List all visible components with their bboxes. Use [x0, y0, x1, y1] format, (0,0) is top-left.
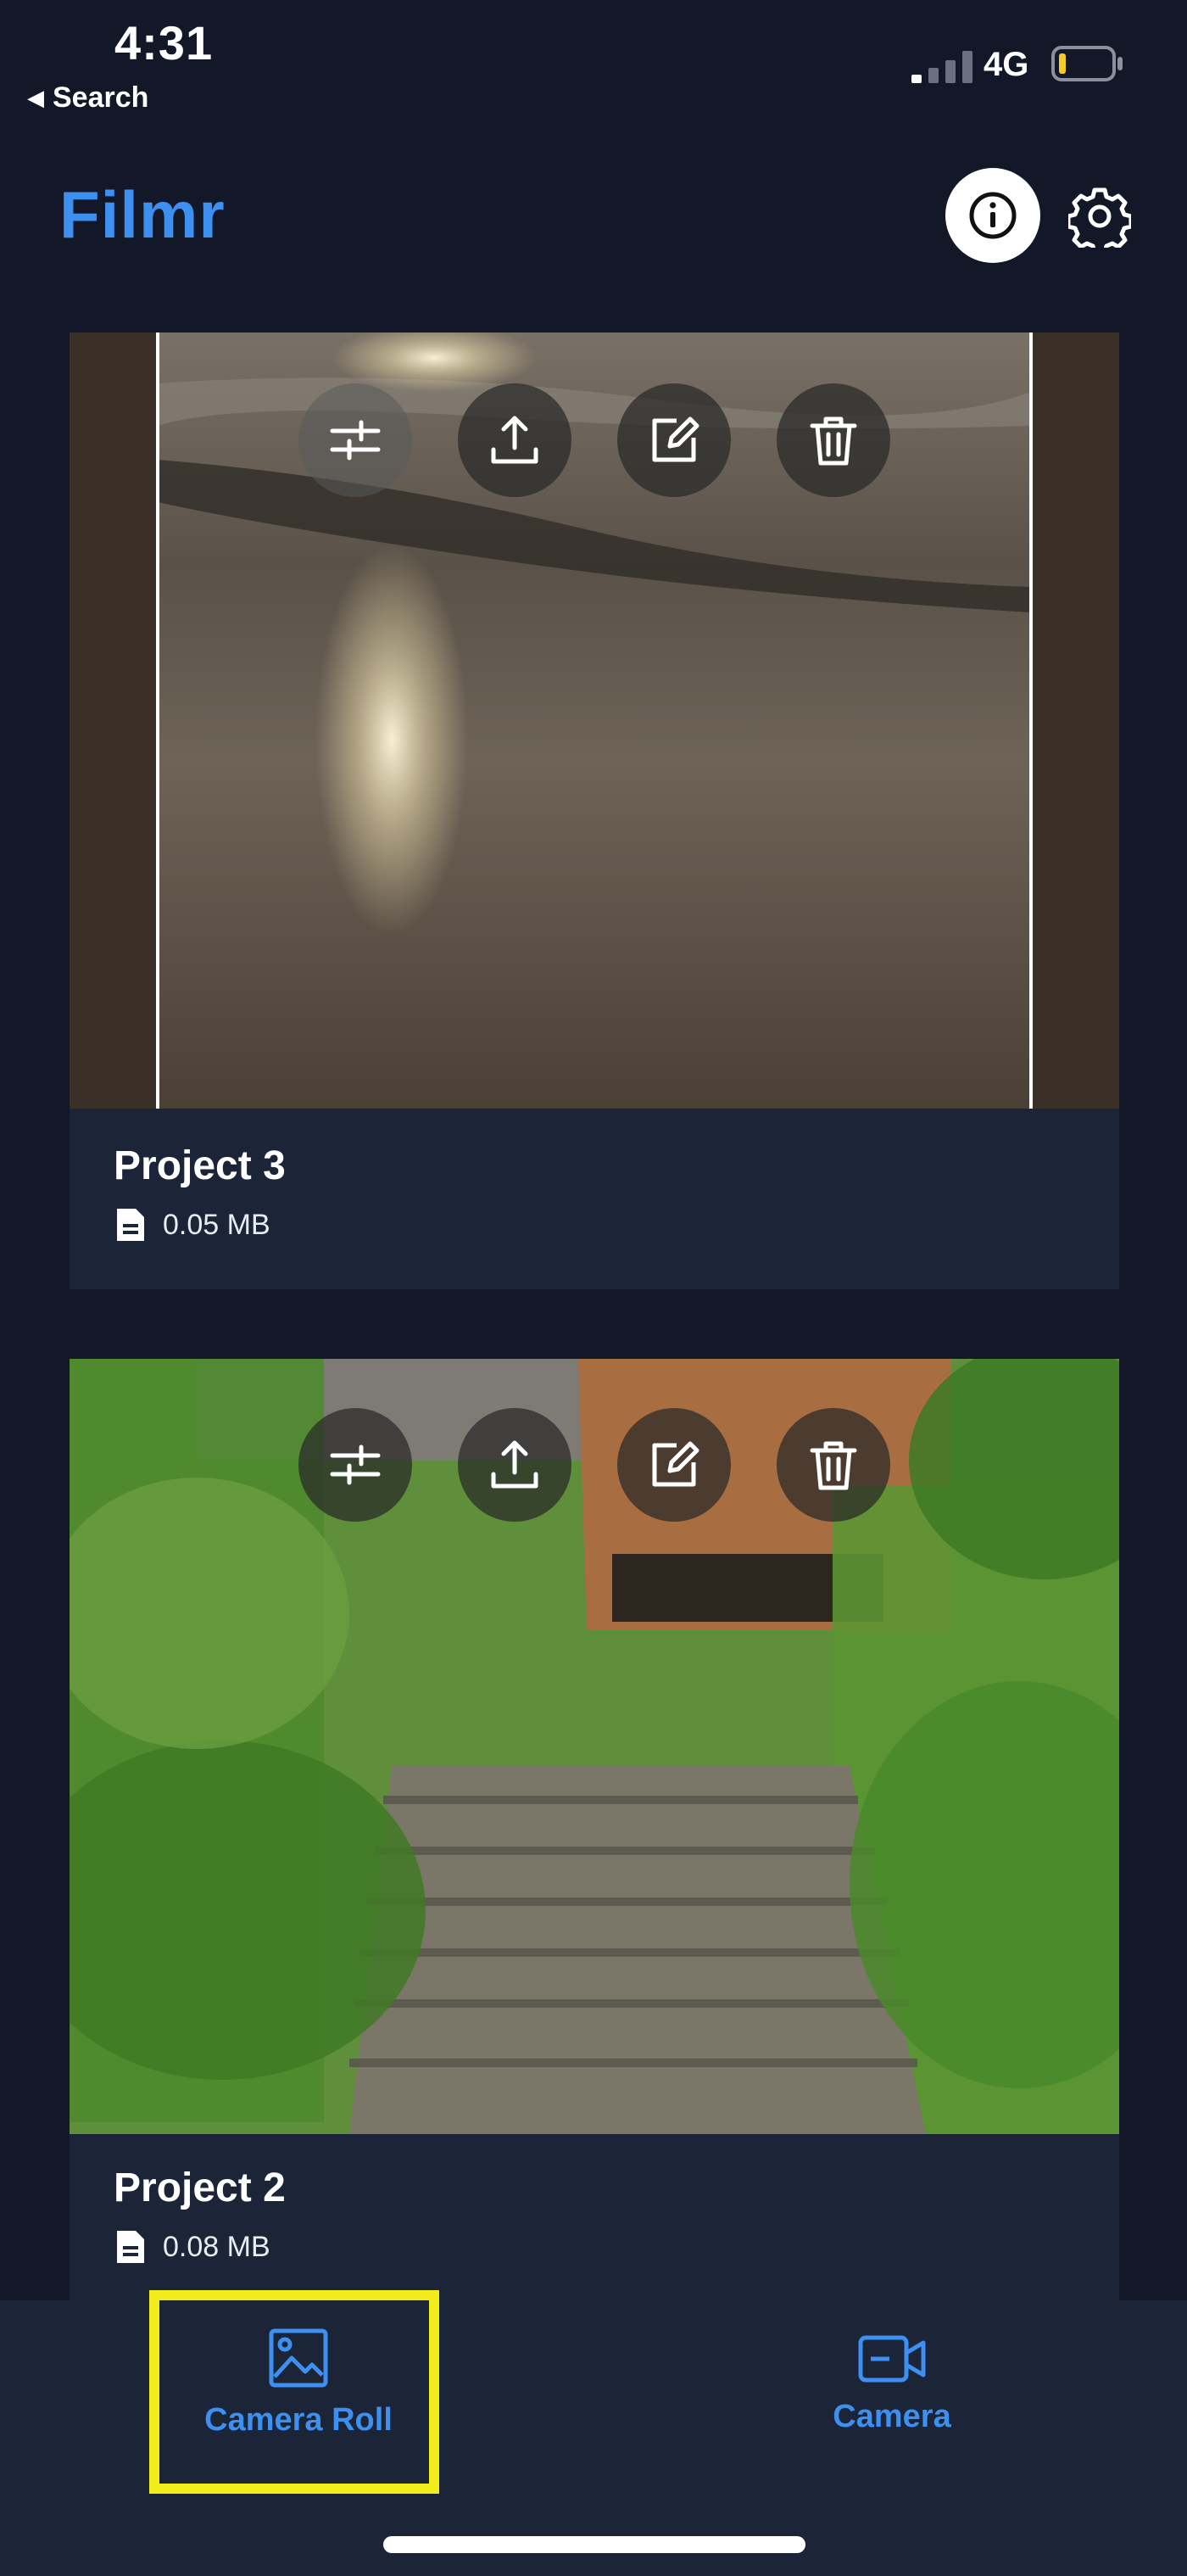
adjust-button[interactable] [298, 1408, 412, 1522]
project-actions [298, 383, 890, 497]
back-arrow-icon: ◀ [27, 85, 44, 110]
project-card[interactable]: Project 3 0.05 MB [70, 332, 1119, 1289]
share-button[interactable] [458, 1408, 571, 1522]
tab-camera[interactable]: Camera [773, 2331, 1011, 2435]
adjust-button[interactable] [298, 383, 412, 497]
battery-icon [1051, 46, 1123, 81]
home-indicator [383, 2536, 805, 2553]
project-actions [298, 1408, 890, 1522]
tab-camera-label: Camera [833, 2399, 951, 2434]
share-button[interactable] [458, 383, 571, 497]
trash-icon [810, 1441, 857, 1490]
app-title: Filmr [59, 177, 226, 252]
info-icon [969, 192, 1017, 239]
video-camera-icon [858, 2335, 926, 2383]
project-size: 0.05 MB [114, 1205, 270, 1244]
gear-icon [1068, 187, 1131, 248]
settings-button[interactable] [1062, 178, 1138, 254]
cellular-signal-icon [911, 51, 972, 83]
project-footer: Project 3 0.05 MB [70, 1109, 1119, 1289]
project-title: Project 3 [114, 1143, 286, 1188]
project-card[interactable]: Project 2 0.08 MB [70, 1359, 1119, 2300]
project-title: Project 2 [114, 2165, 286, 2210]
project-size: 0.08 MB [114, 2227, 270, 2266]
edit-button[interactable] [617, 1408, 731, 1522]
share-icon [491, 1440, 538, 1489]
info-button[interactable] [945, 168, 1040, 263]
project-size-value: 0.05 MB [163, 1208, 270, 1241]
project-footer: Project 2 0.08 MB [70, 2134, 1119, 2300]
camera-roll-highlight-box [149, 2290, 439, 2494]
adjust-icon [330, 1444, 381, 1485]
edit-icon [652, 1441, 699, 1487]
delete-button[interactable] [777, 383, 890, 497]
share-icon [491, 416, 538, 464]
edit-button[interactable] [617, 383, 731, 497]
back-to-search[interactable]: ◀ Search [27, 81, 148, 115]
network-type: 4G [984, 46, 1029, 83]
project-size-value: 0.08 MB [163, 2230, 270, 2263]
adjust-icon [330, 420, 381, 461]
file-icon [117, 2231, 144, 2263]
trash-icon [810, 416, 857, 466]
edit-icon [652, 416, 699, 462]
status-time: 4:31 [114, 16, 214, 70]
file-icon [117, 1209, 144, 1241]
delete-button[interactable] [777, 1408, 890, 1522]
back-label: Search [53, 81, 149, 114]
